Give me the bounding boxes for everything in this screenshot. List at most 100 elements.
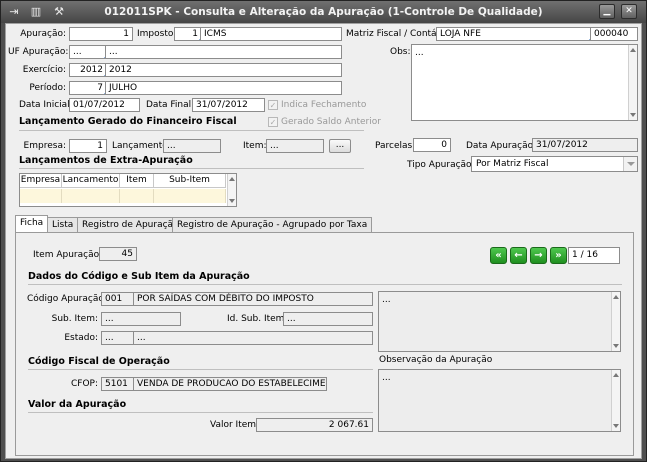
grid-cell[interactable] (20, 189, 62, 203)
item-field[interactable]: ... (266, 139, 324, 153)
grid-cell[interactable] (154, 189, 226, 203)
cfop-label: CFOP: (70, 379, 98, 389)
tab-lista[interactable]: Lista (47, 217, 79, 233)
lancamento-field[interactable]: ... (163, 139, 221, 153)
uf-code: ... (73, 47, 82, 57)
periodo-code-field[interactable]: 7 (69, 81, 107, 95)
id-sub-item-field[interactable]: ... (283, 312, 373, 326)
codigo-apuracao-name-field[interactable]: POR SAÍDAS COM DÉBITO DO IMPOSTO (133, 292, 373, 306)
apuracao-field[interactable]: 1 (69, 27, 133, 41)
sub-item-field[interactable]: ... (101, 312, 181, 326)
tab-registro-apuracao[interactable]: Registro de Apuração (77, 217, 184, 233)
periodo-name-field[interactable]: JULHO (105, 81, 342, 95)
obs-apuracao-label: Observação da Apuração (379, 355, 493, 365)
empresa-label: Empresa: (23, 141, 66, 151)
cfop-code-field[interactable]: 5101 (101, 377, 135, 391)
codigo-memo-scrollbar[interactable] (611, 292, 620, 351)
sub-item-label: Sub. Item: (51, 314, 98, 324)
tab-registro-agrupado[interactable]: Registro de Apuração - Agrupado por Taxa (172, 217, 373, 233)
record-counter: 1 / 16 (568, 247, 620, 264)
tipo-apuracao-select[interactable]: Por Matriz Fiscal (471, 156, 638, 172)
data-inicial-field[interactable]: 01/07/2012 (69, 98, 140, 112)
valor-divider (28, 412, 373, 413)
grid-cell[interactable] (120, 189, 154, 203)
column-header-item[interactable]: Item (120, 174, 154, 188)
scroll-down-icon[interactable] (613, 424, 619, 428)
matriz-label: Matriz Fiscal / Contábil: (346, 29, 451, 39)
extra-divider (19, 168, 364, 169)
next-record-icon[interactable]: → (530, 247, 547, 264)
tab-ficha[interactable]: Ficha (15, 215, 49, 233)
codigo-memo[interactable]: ... (378, 291, 621, 352)
matriz-name-field[interactable]: LOJA NFE (436, 27, 592, 41)
codigo-apuracao-label: Código Apuração: (27, 294, 107, 304)
scroll-up-icon[interactable] (613, 295, 619, 299)
scroll-down-icon[interactable] (630, 113, 636, 117)
parcelas-field[interactable]: 0 (413, 138, 451, 152)
lancamento-section-title: Lançamento Gerado do Financeiro Fiscal (19, 116, 237, 127)
ficha-panel: Item Apuração: 45 « ← → » 1 / 16 Dados d… (15, 232, 634, 456)
estado-code-field[interactable]: ... (101, 331, 135, 345)
exercicio-code-field[interactable]: 2012 (69, 63, 107, 77)
minimize-button[interactable]: ▁ (599, 4, 615, 19)
obs-apuracao-scrollbar[interactable] (611, 370, 620, 431)
valor-section-title: Valor da Apuração (28, 399, 127, 410)
matriz-code-field[interactable]: 000040 (590, 27, 638, 41)
data-final-field[interactable]: 31/07/2012 (192, 98, 265, 112)
uf-code-field[interactable]: ... (69, 45, 107, 59)
empresa-field[interactable]: 1 (69, 139, 107, 153)
scroll-up-icon[interactable] (630, 48, 636, 52)
lancamento-label: Lançamento: (112, 141, 171, 151)
lancamento-lookup-button[interactable]: ... (329, 139, 351, 153)
indica-fechamento-checkbox[interactable]: ✓ (268, 100, 278, 110)
valor-item-field[interactable]: 2 067.61 (256, 418, 373, 432)
exercicio-name-field[interactable]: 2012 (105, 63, 342, 77)
scroll-up-icon[interactable] (229, 177, 235, 181)
imposto-name-field[interactable]: ICMS (200, 27, 342, 41)
valor-item-label: Valor Item (210, 420, 257, 430)
scroll-down-icon[interactable] (613, 344, 619, 348)
obs-memo[interactable]: ... (411, 44, 638, 121)
indica-fechamento-label: Indica Fechamento (281, 100, 367, 110)
first-record-icon[interactable]: « (490, 247, 507, 264)
gerado-saldo-label: Gerado Saldo Anterior (281, 117, 381, 127)
dados-section-title: Dados do Código e Sub Item da Apuração (28, 271, 250, 282)
grid-scrollbar[interactable] (227, 174, 236, 206)
close-button[interactable]: ✕ (621, 4, 637, 19)
form-area: Apuração: 1 Imposto: 1 ICMS Matriz Fisca… (5, 23, 642, 459)
window-title: 012011SPK - Consulta e Alteração da Apur… (104, 6, 543, 18)
gerado-saldo-checkbox[interactable]: ✓ (268, 117, 278, 127)
column-header-lancamento[interactable]: Lancamento (62, 174, 120, 188)
uf-name-field[interactable]: ... (105, 45, 342, 59)
dropdown-arrow-icon[interactable] (623, 157, 637, 171)
grid-cell[interactable] (62, 189, 120, 203)
estado-label: Estado: (64, 333, 98, 343)
lancamento-divider (19, 130, 364, 131)
parcelas-label: Parcelas: (375, 141, 416, 151)
cfop-name-field[interactable]: VENDA DE PRODUCAO DO ESTABELECIMENTO (133, 377, 327, 391)
item-label: Item: (243, 141, 267, 151)
data-apuracao-label: Data Apuração: (466, 141, 537, 151)
last-record-icon[interactable]: » (550, 247, 567, 264)
data-apuracao-field[interactable]: 31/07/2012 (532, 138, 638, 152)
imposto-code-field[interactable]: 1 (174, 27, 202, 41)
item-apuracao-field[interactable]: 45 (99, 247, 137, 261)
obs-scrollbar[interactable] (628, 45, 637, 120)
cfop-section-title: Código Fiscal de Operação (28, 356, 170, 367)
column-header-sub-item[interactable]: Sub-Item (154, 174, 226, 188)
dados-divider (28, 284, 622, 285)
extra-apuracao-grid[interactable]: Empresa Lancamento Item Sub-Item (19, 173, 237, 207)
title-bar: ⇥ ▥ ⚒ 012011SPK - Consulta e Alteração d… (1, 1, 646, 23)
cfop-divider (28, 369, 373, 370)
obs-apuracao-memo[interactable]: ... (378, 369, 621, 432)
previous-record-icon[interactable]: ← (510, 247, 527, 264)
column-header-empresa[interactable]: Empresa (20, 174, 62, 188)
codigo-apuracao-code-field[interactable]: 001 (101, 292, 135, 306)
scroll-down-icon[interactable] (229, 199, 235, 203)
estado-name-field[interactable]: ... (133, 331, 373, 345)
apuracao-label: Apuração: (20, 29, 66, 39)
obs-label: Obs: (390, 47, 411, 57)
codigo-memo-value: ... (382, 295, 391, 305)
scroll-up-icon[interactable] (613, 373, 619, 377)
id-sub-item-label: Id. Sub. Item: (227, 314, 288, 324)
